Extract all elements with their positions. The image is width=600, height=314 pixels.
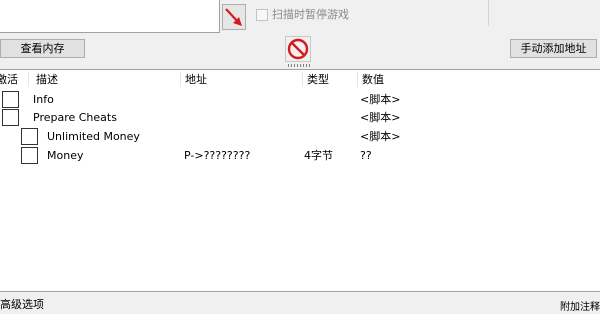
cheat-table-list: 激活 描述 地址 类型 数值 Info <脚本> Prepare Cheats …: [0, 69, 600, 292]
activate-checkbox[interactable]: [2, 109, 19, 126]
pause-while-scanning-label: 扫描时暂停游戏: [272, 8, 349, 21]
red-no-entry-icon: [287, 38, 309, 60]
table-extras-button[interactable]: 附加注释: [560, 298, 600, 313]
entry-description: Unlimited Money: [47, 130, 140, 143]
splitter-handle[interactable]: [288, 64, 312, 67]
entry-description: Money: [47, 149, 84, 162]
table-row[interactable]: Info <脚本>: [0, 91, 600, 109]
table-row[interactable]: Prepare Cheats <脚本>: [0, 109, 600, 127]
advanced-options-button[interactable]: 高级选项: [0, 296, 44, 312]
clear-list-button[interactable]: [285, 36, 311, 62]
entry-value: ??: [360, 149, 372, 162]
entry-address: P->????????: [184, 149, 251, 162]
memory-view-button[interactable]: 查看内存: [0, 39, 85, 58]
entry-value: <脚本>: [360, 93, 401, 106]
activate-checkbox[interactable]: [2, 91, 19, 108]
column-divider[interactable]: [28, 72, 29, 87]
entry-type: 4字节: [304, 149, 333, 162]
column-header-active[interactable]: 激活: [0, 70, 18, 89]
table-row[interactable]: Unlimited Money <脚本>: [0, 128, 600, 146]
column-header-type[interactable]: 类型: [307, 70, 329, 89]
activate-checkbox[interactable]: [21, 128, 38, 145]
entry-description: Info: [33, 93, 54, 106]
entry-description: Prepare Cheats: [33, 111, 117, 124]
column-divider[interactable]: [180, 72, 181, 87]
entry-value: <脚本>: [360, 111, 401, 124]
activate-checkbox[interactable]: [21, 147, 38, 164]
table-row[interactable]: Money P->???????? 4字节 ??: [0, 147, 600, 165]
scan-panel-edge: [488, 0, 489, 26]
pointer-select-button[interactable]: [222, 4, 246, 30]
column-divider[interactable]: [302, 72, 303, 87]
bottom-bar: 高级选项 附加注释: [0, 292, 600, 314]
column-divider[interactable]: [357, 72, 358, 87]
column-header-value[interactable]: 数值: [362, 70, 384, 89]
add-address-manually-button[interactable]: 手动添加地址: [510, 39, 597, 58]
address-input-box[interactable]: [0, 0, 220, 33]
red-diagonal-arrow-icon: [225, 8, 242, 26]
column-header-description[interactable]: 描述: [36, 70, 58, 89]
entry-value: <脚本>: [360, 130, 401, 143]
column-header-address[interactable]: 地址: [185, 70, 207, 89]
pause-while-scanning-checkbox[interactable]: [256, 9, 268, 21]
